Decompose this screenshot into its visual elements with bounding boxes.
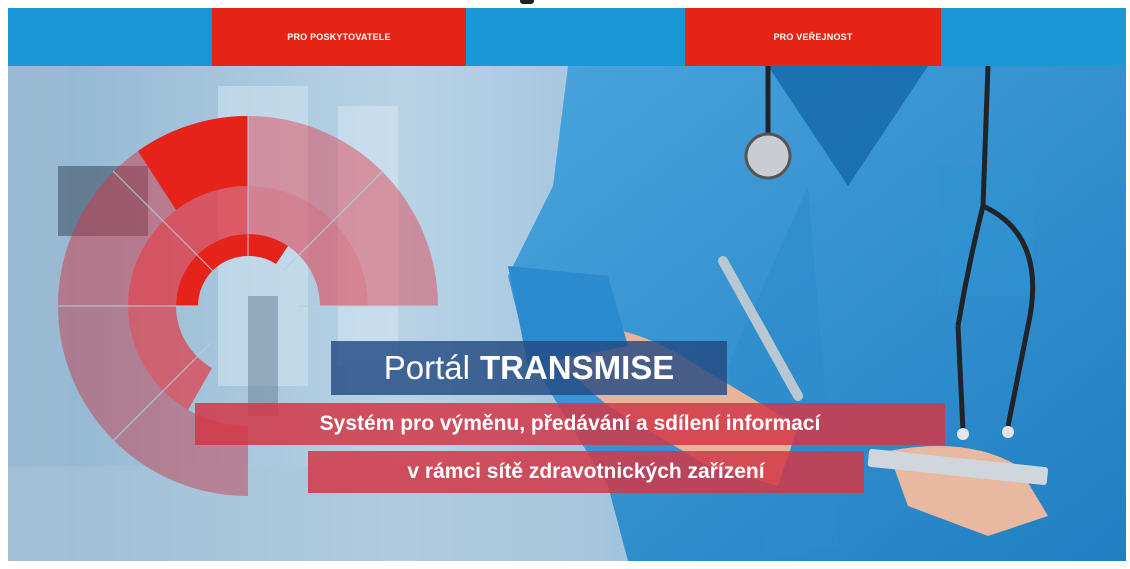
top-notch-decoration [520, 0, 534, 4]
hero-subtitle-line2: v rámci sítě zdravotnických zařízení [308, 451, 864, 493]
hero-title: Portál TRANSMISE [331, 341, 727, 395]
nav-button-public[interactable]: PRO VEŘEJNOST [685, 8, 941, 66]
hero-title-strong: TRANSMISE [479, 349, 675, 386]
nav-button-providers[interactable]: PRO POSKYTOVATELE [212, 8, 466, 66]
stethoscope-chestpiece [744, 132, 792, 180]
hero-title-prefix: Portál [383, 349, 470, 386]
hero-banner: Portál TRANSMISE Systém pro výměnu, před… [8, 66, 1126, 561]
hero-subtitle-line1: Systém pro výměnu, předávání a sdílení i… [195, 403, 945, 445]
stethoscope-earpiece [1002, 426, 1014, 438]
page-frame: PRO POSKYTOVATELE PRO VEŘEJNOST Portál T… [8, 8, 1126, 561]
top-navigation-bar: PRO POSKYTOVATELE PRO VEŘEJNOST [8, 8, 1126, 66]
stethoscope-earpiece [957, 428, 969, 440]
background-panel [248, 296, 278, 416]
